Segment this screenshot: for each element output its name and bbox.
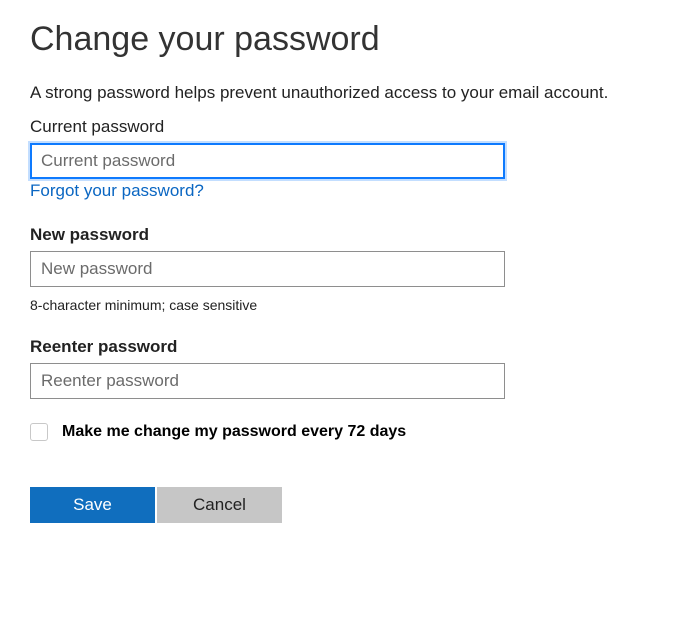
button-row: Save Cancel xyxy=(30,487,650,523)
forgot-password-link[interactable]: Forgot your password? xyxy=(30,181,204,201)
expiry-checkbox-row: Make me change my password every 72 days xyxy=(30,423,650,441)
description-text: A strong password helps prevent unauthor… xyxy=(30,83,650,103)
save-button[interactable]: Save xyxy=(30,487,155,523)
page-title: Change your password xyxy=(30,20,650,59)
expiry-checkbox-label: Make me change my password every 72 days xyxy=(62,423,406,441)
new-password-input[interactable] xyxy=(30,251,505,287)
reenter-password-label: Reenter password xyxy=(30,337,650,357)
reenter-password-group: Reenter password xyxy=(30,337,650,399)
current-password-group: Current password Forgot your password? xyxy=(30,117,650,201)
current-password-label: Current password xyxy=(30,117,650,137)
reenter-password-input[interactable] xyxy=(30,363,505,399)
new-password-label: New password xyxy=(30,225,650,245)
cancel-button[interactable]: Cancel xyxy=(157,487,282,523)
new-password-group: New password 8-character minimum; case s… xyxy=(30,225,650,313)
expiry-checkbox[interactable] xyxy=(30,423,48,441)
current-password-input[interactable] xyxy=(30,143,505,179)
password-hint: 8-character minimum; case sensitive xyxy=(30,297,650,313)
